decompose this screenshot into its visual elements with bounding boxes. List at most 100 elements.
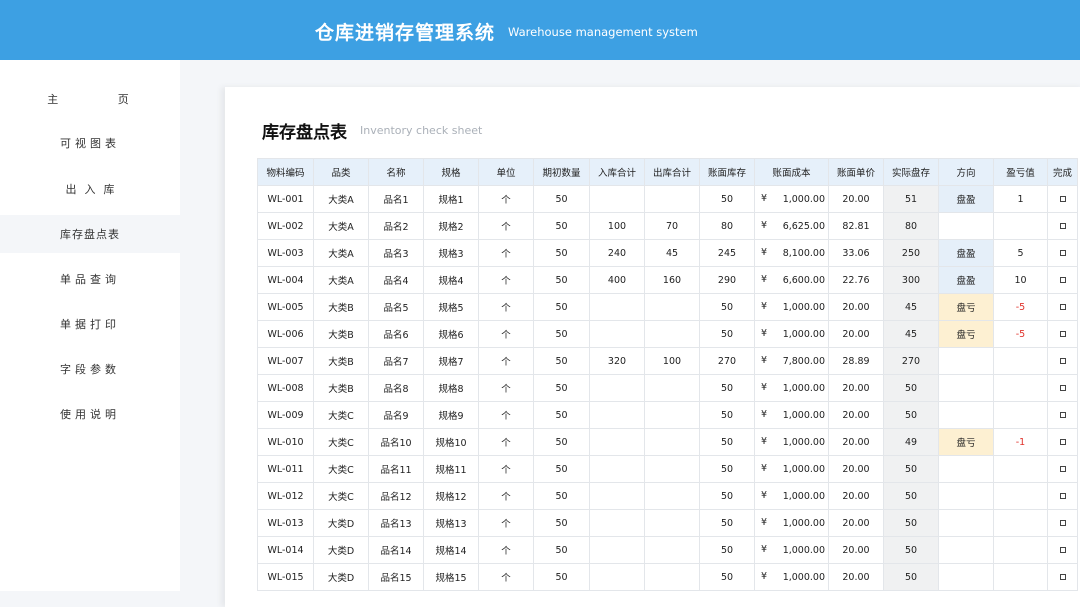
cell-cat: 大类D bbox=[313, 509, 369, 537]
done-checkbox[interactable] bbox=[1059, 385, 1066, 391]
cell-dir bbox=[938, 374, 994, 402]
cell-dir bbox=[938, 212, 994, 240]
cell-out bbox=[644, 428, 700, 456]
top-header: 仓库进销存管理系统 Warehouse management system bbox=[0, 0, 1080, 60]
cell-unit: 个 bbox=[478, 509, 534, 537]
sidebar-item-home[interactable]: 主 页 bbox=[0, 80, 180, 118]
cell-in bbox=[589, 401, 645, 429]
cell-open: 50 bbox=[533, 509, 590, 537]
cell-dir: 盘盈 bbox=[938, 266, 994, 294]
cell-spec: 规格9 bbox=[423, 401, 479, 429]
table-row: WL-003 大类A 品名3 规格3 个 50 240 45 245 ¥8,100.00 33.06… bbox=[257, 239, 1078, 267]
cell-done bbox=[1047, 563, 1078, 591]
cell-code: WL-014 bbox=[257, 536, 314, 564]
cell-unit: 个 bbox=[478, 374, 534, 402]
cell-spec: 规格8 bbox=[423, 374, 479, 402]
cell-open: 50 bbox=[533, 536, 590, 564]
done-checkbox[interactable] bbox=[1059, 196, 1066, 202]
done-checkbox[interactable] bbox=[1059, 250, 1066, 256]
cell-diff bbox=[993, 509, 1048, 537]
cell-cost: ¥1,000.00 bbox=[754, 401, 829, 429]
cell-done bbox=[1047, 212, 1078, 240]
cell-book: 270 bbox=[699, 347, 755, 375]
cell-cost: ¥1,000.00 bbox=[754, 563, 829, 591]
cell-book: 50 bbox=[699, 536, 755, 564]
sidebar-item-print[interactable]: 单据打印 bbox=[0, 305, 180, 343]
sidebar-item-item-query[interactable]: 单品查询 bbox=[0, 260, 180, 298]
cell-in bbox=[589, 320, 645, 348]
cell-spec: 规格4 bbox=[423, 266, 479, 294]
done-checkbox[interactable] bbox=[1059, 547, 1066, 553]
cell-dir: 盘盈 bbox=[938, 239, 994, 267]
cell-spec: 规格2 bbox=[423, 212, 479, 240]
cell-cat: 大类A bbox=[313, 212, 369, 240]
cell-diff: -5 bbox=[993, 293, 1048, 321]
cell-out bbox=[644, 374, 700, 402]
done-checkbox[interactable] bbox=[1059, 439, 1066, 445]
done-checkbox[interactable] bbox=[1059, 574, 1066, 580]
cell-unit: 个 bbox=[478, 455, 534, 483]
cell-code: WL-012 bbox=[257, 482, 314, 510]
sidebar-item-inventory-check[interactable]: 库存盘点表 bbox=[0, 215, 180, 253]
cell-in: 400 bbox=[589, 266, 645, 294]
cell-actual: 270 bbox=[883, 347, 939, 375]
currency-symbol: ¥ bbox=[761, 463, 768, 474]
cell-open: 50 bbox=[533, 374, 590, 402]
cell-dir bbox=[938, 401, 994, 429]
cell-price: 20.00 bbox=[828, 482, 884, 510]
done-checkbox[interactable] bbox=[1059, 331, 1066, 337]
cell-cost: ¥1,000.00 bbox=[754, 185, 829, 213]
cell-actual: 50 bbox=[883, 563, 939, 591]
sidebar-item-fields[interactable]: 字段参数 bbox=[0, 350, 180, 388]
table-row: WL-004 大类A 品名4 规格4 个 50 400 160 290 ¥6,600.00 22.7… bbox=[257, 266, 1078, 294]
cell-book: 50 bbox=[699, 563, 755, 591]
col-header: 实际盘存 bbox=[883, 158, 939, 186]
cell-price: 20.00 bbox=[828, 320, 884, 348]
cell-actual: 50 bbox=[883, 401, 939, 429]
cell-in: 100 bbox=[589, 212, 645, 240]
cell-open: 50 bbox=[533, 293, 590, 321]
cell-spec: 规格6 bbox=[423, 320, 479, 348]
col-header: 名称 bbox=[368, 158, 424, 186]
done-checkbox[interactable] bbox=[1059, 466, 1066, 472]
cell-price: 20.00 bbox=[828, 563, 884, 591]
sidebar-item-help[interactable]: 使用说明 bbox=[0, 395, 180, 433]
cell-cost: ¥1,000.00 bbox=[754, 428, 829, 456]
cell-in bbox=[589, 536, 645, 564]
currency-symbol: ¥ bbox=[761, 544, 768, 555]
cell-diff bbox=[993, 536, 1048, 564]
cell-unit: 个 bbox=[478, 536, 534, 564]
cell-cat: 大类C bbox=[313, 428, 369, 456]
cell-unit: 个 bbox=[478, 212, 534, 240]
cell-spec: 规格7 bbox=[423, 347, 479, 375]
sidebar-item-charts[interactable]: 可视图表 bbox=[0, 124, 180, 162]
table-row: WL-001 大类A 品名1 规格1 个 50 50 ¥1,000.00 20.00 51 盘盈 1 bbox=[257, 185, 1078, 213]
cell-done bbox=[1047, 185, 1078, 213]
cell-spec: 规格13 bbox=[423, 509, 479, 537]
done-checkbox[interactable] bbox=[1059, 304, 1066, 310]
cell-cat: 大类C bbox=[313, 482, 369, 510]
done-checkbox[interactable] bbox=[1059, 277, 1066, 283]
done-checkbox[interactable] bbox=[1059, 223, 1066, 229]
cell-diff: 10 bbox=[993, 266, 1048, 294]
done-checkbox[interactable] bbox=[1059, 358, 1066, 364]
cost-value: 1,000.00 bbox=[782, 490, 825, 502]
cost-value: 1,000.00 bbox=[782, 409, 825, 421]
cell-name: 品名8 bbox=[368, 374, 424, 402]
done-checkbox[interactable] bbox=[1059, 493, 1066, 499]
cell-in: 240 bbox=[589, 239, 645, 267]
cell-in bbox=[589, 293, 645, 321]
currency-symbol: ¥ bbox=[761, 220, 768, 231]
cell-name: 品名4 bbox=[368, 266, 424, 294]
cell-done bbox=[1047, 455, 1078, 483]
inventory-table: 物料编码 品类 名称 规格 单位 期初数量 入库合计 出库合计 账面库存 账面成… bbox=[257, 158, 1078, 591]
cell-done bbox=[1047, 266, 1078, 294]
cell-cost: ¥1,000.00 bbox=[754, 509, 829, 537]
done-checkbox[interactable] bbox=[1059, 520, 1066, 526]
table-row: WL-005 大类B 品名5 规格5 个 50 50 ¥1,000.00 20.00 45 盘亏 -5 bbox=[257, 293, 1078, 321]
sidebar-item-in-out[interactable]: 出入库 bbox=[0, 170, 180, 208]
table-row: WL-012 大类C 品名12 规格12 个 50 50 ¥1,000.00 20.00 50 bbox=[257, 482, 1078, 510]
currency-symbol: ¥ bbox=[761, 382, 768, 393]
cell-spec: 规格12 bbox=[423, 482, 479, 510]
done-checkbox[interactable] bbox=[1059, 412, 1066, 418]
